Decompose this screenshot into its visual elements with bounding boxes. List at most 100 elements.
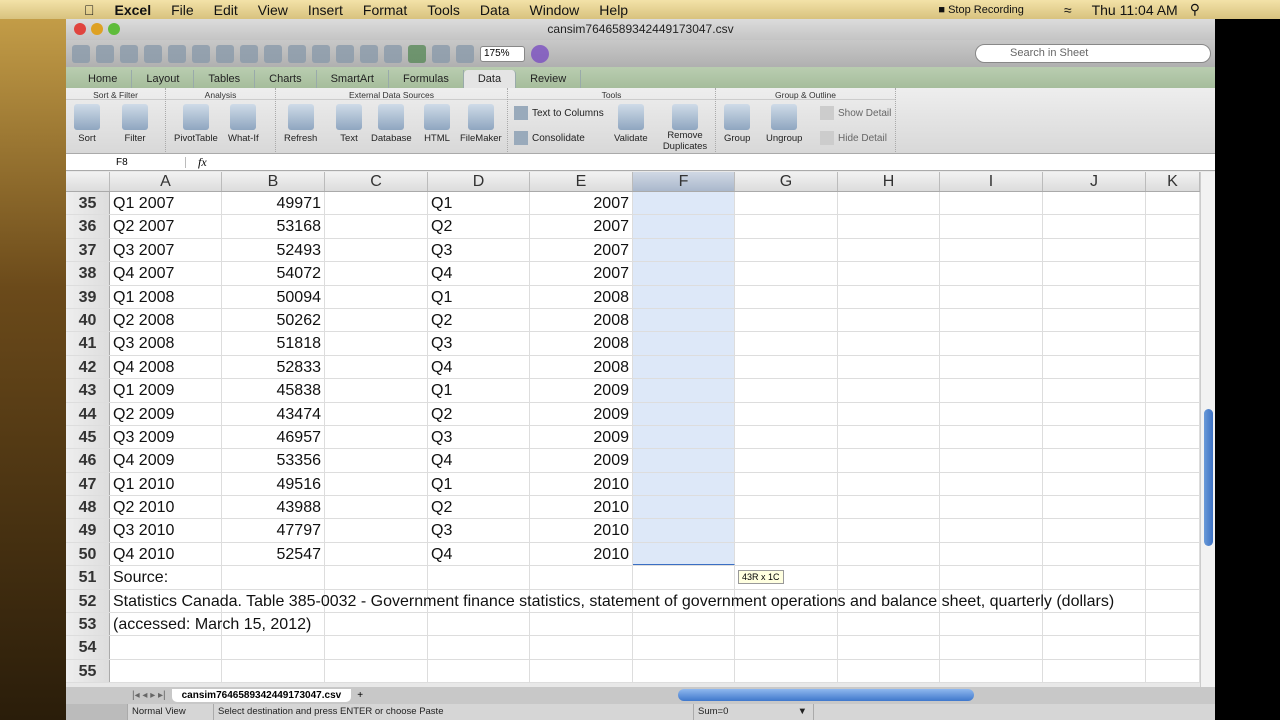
cell-g54[interactable] (735, 636, 838, 659)
cell-d44[interactable]: Q2 (428, 402, 530, 425)
row-header[interactable]: 39 (66, 285, 110, 308)
cell-g43[interactable] (735, 379, 838, 402)
group-button[interactable]: Group (724, 104, 750, 144)
cell-d46[interactable]: Q4 (428, 449, 530, 472)
cell-j36[interactable] (1043, 215, 1146, 238)
cell-i45[interactable] (940, 425, 1043, 449)
cell-c54[interactable] (325, 636, 428, 659)
cell-i41[interactable] (940, 332, 1043, 355)
cell-i43[interactable] (940, 379, 1043, 402)
cell-c43[interactable] (325, 379, 428, 402)
row-header[interactable]: 38 (66, 262, 110, 285)
cell-e48[interactable]: 2010 (530, 496, 633, 519)
row-header[interactable]: 35 (66, 192, 110, 215)
cell-b51[interactable] (222, 566, 325, 589)
row-header[interactable]: 53 (66, 613, 110, 636)
cell-b43[interactable]: 45838 (222, 379, 325, 402)
cell-j53[interactable] (1043, 613, 1146, 636)
text-button[interactable]: Text (336, 104, 362, 144)
text-to-columns-button[interactable]: Text to Columns (514, 106, 604, 120)
cell-d53[interactable] (428, 613, 530, 636)
cell-c47[interactable] (325, 472, 428, 496)
cell-k40[interactable] (1146, 308, 1200, 332)
cell-g46[interactable] (735, 449, 838, 472)
cell-d36[interactable]: Q2 (428, 215, 530, 238)
cell-f36[interactable] (633, 215, 735, 238)
cell-j35[interactable] (1043, 192, 1146, 215)
cell-i50[interactable] (940, 542, 1043, 566)
cell-e46[interactable]: 2009 (530, 449, 633, 472)
cell-k42[interactable] (1146, 355, 1200, 379)
cell-b49[interactable]: 47797 (222, 519, 325, 542)
autosum-icon[interactable] (336, 44, 354, 63)
cell-d45[interactable]: Q3 (428, 425, 530, 449)
add-sheet-button[interactable]: + (357, 690, 363, 701)
cell-h44[interactable] (838, 402, 940, 425)
row-header[interactable]: 45 (66, 425, 110, 449)
cell-b47[interactable]: 49516 (222, 472, 325, 496)
cell-c45[interactable] (325, 425, 428, 449)
cell-c55[interactable] (325, 659, 428, 683)
row-header[interactable]: 41 (66, 332, 110, 355)
cell-a39[interactable]: Q1 2008 (110, 285, 222, 308)
cell-d48[interactable]: Q2 (428, 496, 530, 519)
validate-button[interactable]: Validate (614, 104, 648, 144)
cell-i46[interactable] (940, 449, 1043, 472)
cell-f44[interactable] (633, 402, 735, 425)
cell-k46[interactable] (1146, 449, 1200, 472)
cell-f49[interactable] (633, 519, 735, 542)
cell-h36[interactable] (838, 215, 940, 238)
cell-d38[interactable]: Q4 (428, 262, 530, 285)
cell-c37[interactable] (325, 238, 428, 262)
cell-k44[interactable] (1146, 402, 1200, 425)
menu-format[interactable]: Format (363, 2, 407, 18)
cell-h55[interactable] (838, 659, 940, 683)
what-if-button[interactable]: What-If (228, 104, 259, 144)
cell-d35[interactable]: Q1 (428, 192, 530, 215)
tab-home[interactable]: Home (74, 70, 133, 88)
cell-g37[interactable] (735, 238, 838, 262)
cell-b50[interactable]: 52547 (222, 542, 325, 566)
menu-insert[interactable]: Insert (308, 2, 343, 18)
cell-b41[interactable]: 51818 (222, 332, 325, 355)
cell-h37[interactable] (838, 238, 940, 262)
cell-a50[interactable]: Q4 2010 (110, 542, 222, 566)
zoom-button[interactable] (108, 23, 120, 35)
cell-d51[interactable] (428, 566, 530, 589)
menu-edit[interactable]: Edit (214, 2, 238, 18)
cell-c41[interactable] (325, 332, 428, 355)
menu-data[interactable]: Data (480, 2, 510, 18)
cell-c46[interactable] (325, 449, 428, 472)
cell-a53[interactable]: (accessed: March 15, 2012) (110, 613, 311, 636)
cell-c36[interactable] (325, 215, 428, 238)
refresh-button[interactable]: Refresh (284, 104, 317, 144)
cell-i37[interactable] (940, 238, 1043, 262)
cell-e53[interactable] (530, 613, 633, 636)
menu-file[interactable]: File (171, 2, 194, 18)
cell-e43[interactable]: 2009 (530, 379, 633, 402)
cell-h47[interactable] (838, 472, 940, 496)
cell-e51[interactable] (530, 566, 633, 589)
cell-h41[interactable] (838, 332, 940, 355)
menu-window[interactable]: Window (530, 2, 580, 18)
cell-k47[interactable] (1146, 472, 1200, 496)
fx-icon[interactable]: fx (198, 155, 207, 170)
cell-g44[interactable] (735, 402, 838, 425)
menu-help[interactable]: Help (599, 2, 628, 18)
column-header-g[interactable]: G (735, 172, 838, 191)
cell-b46[interactable]: 53356 (222, 449, 325, 472)
cut-icon[interactable] (192, 44, 210, 63)
cell-a37[interactable]: Q3 2007 (110, 238, 222, 262)
cell-f55[interactable] (633, 659, 735, 683)
cell-f50[interactable] (633, 542, 735, 566)
cell-k52[interactable] (1146, 589, 1200, 613)
cell-f46[interactable] (633, 449, 735, 472)
cell-c49[interactable] (325, 519, 428, 542)
cell-j42[interactable] (1043, 355, 1146, 379)
cell-a38[interactable]: Q4 2007 (110, 262, 222, 285)
cell-k53[interactable] (1146, 613, 1200, 636)
cell-a55[interactable] (110, 659, 222, 683)
cell-f41[interactable] (633, 332, 735, 355)
cell-c39[interactable] (325, 285, 428, 308)
search-input[interactable]: Search in Sheet (975, 44, 1211, 63)
